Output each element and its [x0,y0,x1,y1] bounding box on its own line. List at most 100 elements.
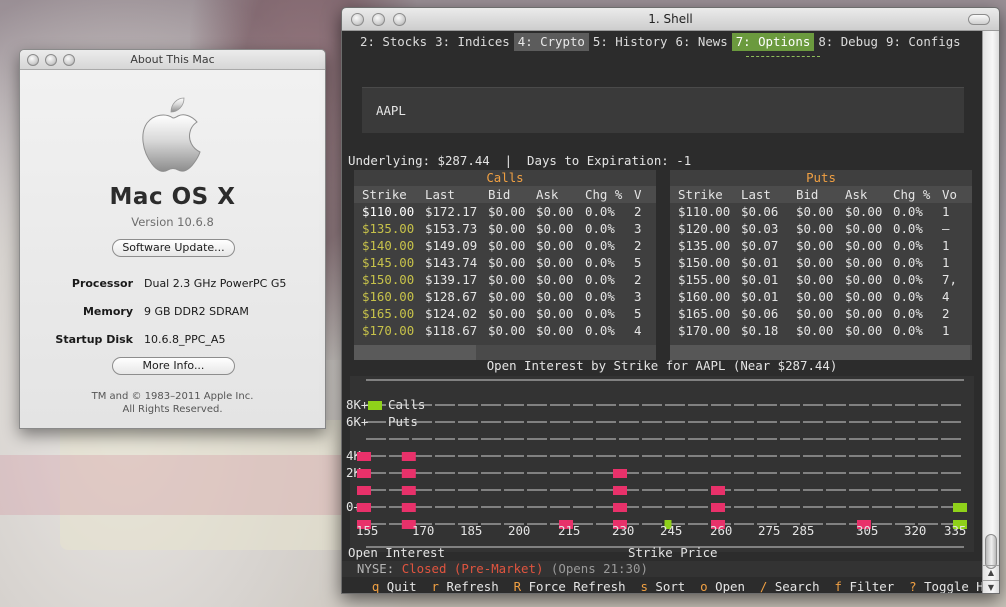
tab-configs[interactable]: 9: Configs [882,33,965,51]
scroll-thumb[interactable] [985,534,997,569]
calls-title: Calls [486,170,524,185]
column-header[interactable]: Last [741,186,771,203]
more-info-button[interactable]: More Info... [112,357,235,375]
table-row[interactable]: $145.00 $143.74 $0.00 $0.00 0.0% 5 [354,254,656,271]
table-cell: $150.00 [362,272,415,287]
table-row[interactable]: $165.00 $0.06 $0.00 $0.00 0.0% 2 [670,305,972,322]
table-cell: $0.07 [741,238,779,253]
software-update-button[interactable]: Software Update... [112,239,235,257]
y-axis-title: Open Interest [348,545,445,560]
column-header[interactable]: Ask [536,186,558,203]
toolbar-toggle-button[interactable] [968,14,990,25]
table-row[interactable]: $135.00 $0.07 $0.00 $0.00 0.0% 1 [670,237,972,254]
market-status-bar: NYSE: Closed (Pre-Market) (Opens 21:30) [342,561,982,577]
column-header[interactable]: Bid [796,186,818,203]
x-tick-label: 215 [558,523,581,538]
column-header[interactable]: Strike [362,186,407,203]
table-cell: $0.00 [845,323,883,338]
puts-title: Puts [806,170,836,185]
calls-panel[interactable]: Calls Strike Last Bid Ask Chg % V $110.0… [354,170,656,360]
column-header[interactable]: Strike [678,186,723,203]
table-cell: 4 [942,289,950,304]
table-row[interactable]: $150.00 $139.17 $0.00 $0.00 0.0% 2 [354,271,656,288]
tab-debug[interactable]: 8: Debug [814,33,882,51]
column-header[interactable]: Ask [845,186,867,203]
scroll-down-arrow-icon[interactable]: ▼ [983,580,999,593]
minimize-button[interactable] [45,54,57,66]
puts-bar [401,503,416,512]
table-cell: 0.0% [893,306,923,321]
puts-bar [711,486,725,495]
copyright: TM and © 1983–2011 Apple Inc. All Rights… [20,390,325,416]
shortcut-label: Open [715,579,745,594]
table-row[interactable]: $170.00 $0.18 $0.00 $0.00 0.0% 1 [670,322,972,339]
close-button[interactable] [27,54,39,66]
table-cell: $0.00 [796,255,834,270]
zoom-button[interactable] [393,13,406,26]
table-cell: 0.0% [585,255,615,270]
spec-key: Processor [71,277,133,290]
shortcut-item[interactable]: q Quit [372,579,417,593]
table-row[interactable]: $140.00 $149.09 $0.00 $0.00 0.0% 2 [354,237,656,254]
table-cell: 1 [942,238,950,253]
table-row[interactable]: $110.00 $172.17 $0.00 $0.00 0.0% 2 [354,203,656,220]
shortcut-item[interactable]: r Refresh [432,579,499,593]
tab-stocks[interactable]: 2: Stocks [342,33,431,51]
column-header[interactable]: Chg % [893,186,930,203]
keyboard-shortcuts: q Quit r Refresh R Force Refresh s Sort … [342,578,999,594]
tab-history[interactable]: 5: History [589,33,672,51]
scroll-up-arrow-icon[interactable]: ▲ [983,565,999,580]
puts-bar [357,486,371,495]
spec-value: 10.6.8_PPC_A5 [144,333,226,346]
table-row[interactable]: $160.00 $128.67 $0.00 $0.00 0.0% 3 [354,288,656,305]
table-row[interactable]: $165.00 $124.02 $0.00 $0.00 0.0% 5 [354,305,656,322]
copyright-line: All Rights Reserved. [122,404,223,415]
table-row[interactable]: $135.00 $153.73 $0.00 $0.00 0.0% 3 [354,220,656,237]
shortcut-item[interactable]: / Search [759,579,820,594]
tab-crypto[interactable]: 4: Crypto [513,33,589,51]
shortcut-item[interactable]: f Filter [835,579,895,594]
terminal-content[interactable]: 2: Stocks 3: Indices 4: Crypto 5: Histor… [342,31,999,594]
table-cell: $110.00 [362,204,415,219]
shortcut-item[interactable]: s Sort [640,579,685,593]
tab-news[interactable]: 6: News [672,33,732,51]
table-cell: $0.00 [536,238,574,253]
column-header[interactable]: Last [425,186,455,203]
x-tick-label: 285 [792,523,815,538]
column-header[interactable]: Vo [942,186,957,203]
table-cell: $0.01 [741,272,779,287]
shortcut-label: Filter [849,579,895,594]
tab-indices[interactable]: 3: Indices [431,33,514,51]
vertical-scrollbar[interactable]: ▲ ▼ [982,31,999,593]
x-tick-label: 320 [904,523,927,538]
table-cell: $0.00 [536,272,574,287]
table-row[interactable]: $110.00 $0.06 $0.00 $0.00 0.0% 1 [670,203,972,220]
symbol-input[interactable]: AAPL [362,87,964,133]
table-row[interactable]: $150.00 $0.01 $0.00 $0.00 0.0% 1 [670,254,972,271]
table-cell: 5 [634,306,642,321]
puts-panel[interactable]: Puts Strike Last Bid Ask Chg % Vo $110.0… [670,170,972,360]
table-cell: $0.00 [536,204,574,219]
shortcut-item[interactable]: R Force Refresh [514,579,626,593]
table-cell: $135.00 [362,221,415,236]
table-row[interactable]: $160.00 $0.01 $0.00 $0.00 0.0% 4 [670,288,972,305]
table-row[interactable]: $155.00 $0.01 $0.00 $0.00 0.0% 7, [670,271,972,288]
table-row[interactable]: $120.00 $0.03 $0.00 $0.00 0.0% – [670,220,972,237]
x-tick-label: 245 [660,523,683,538]
column-header[interactable]: Chg % [585,186,622,203]
shortcut-key: ? [909,579,917,594]
table-cell: 0.0% [893,238,923,253]
table-cell: $153.73 [425,221,478,236]
column-header[interactable]: V [634,186,641,203]
shortcut-key: / [759,579,768,594]
table-row[interactable]: $170.00 $118.67 $0.00 $0.00 0.0% 4 [354,322,656,339]
minimize-button[interactable] [372,13,385,26]
shortcut-item[interactable]: o Open [700,579,745,594]
table-cell: $0.00 [845,221,883,236]
table-cell: $155.00 [678,272,731,287]
zoom-button[interactable] [63,54,75,66]
tab-options[interactable]: 7: Options [731,33,815,51]
close-button[interactable] [351,13,364,26]
column-header[interactable]: Bid [488,186,510,203]
table-cell: 2 [942,306,950,321]
